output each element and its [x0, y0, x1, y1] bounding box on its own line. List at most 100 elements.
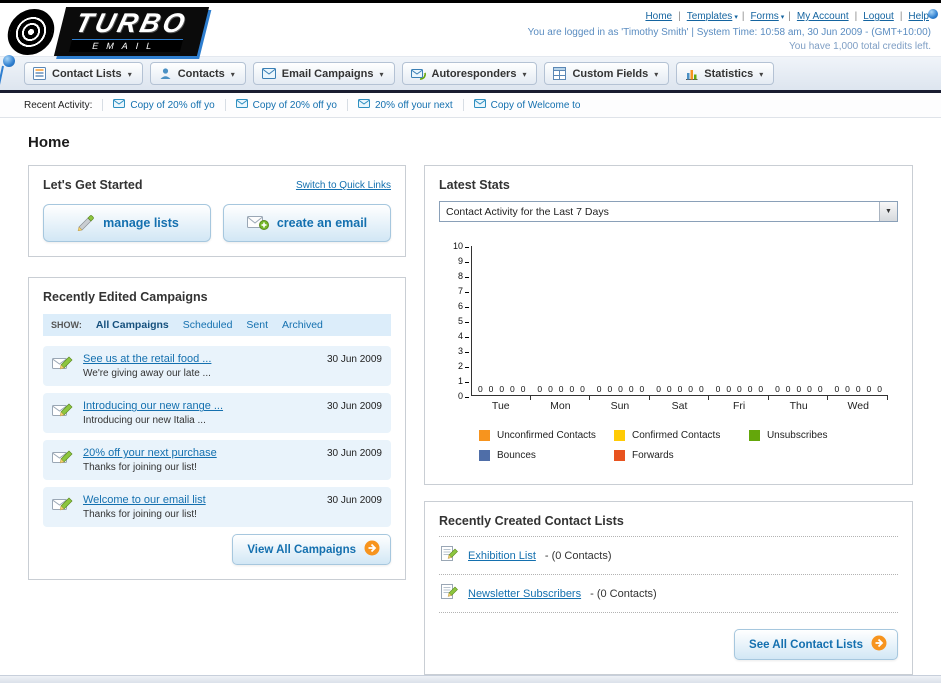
- get-started-header: Let's Get Started Switch to Quick Links: [43, 178, 391, 192]
- left-column: Let's Get Started Switch to Quick Links …: [28, 165, 406, 581]
- campaign-item[interactable]: 20% off your next purchase Thanks for jo…: [43, 440, 391, 481]
- y-axis-tick-label: 4: [458, 331, 469, 341]
- tab-custom-fields[interactable]: Custom Fields: [544, 62, 670, 85]
- campaign-title-link[interactable]: See us at the retail food ...: [83, 353, 211, 365]
- recent-activity-link[interactable]: Copy of 20% off yo: [253, 100, 337, 111]
- contact-list-count: - (0 Contacts): [590, 587, 657, 600]
- app-window: TURBO EMAIL Home | Templates ▾ | Forms ▾ | My…: [0, 0, 941, 683]
- contact-list-link[interactable]: Exhibition List: [468, 550, 536, 562]
- legend-label: Bounces: [497, 450, 536, 462]
- recent-activity-link[interactable]: Copy of Welcome to: [491, 100, 581, 111]
- x-axis-category-label: Sat: [650, 396, 710, 412]
- create-email-button[interactable]: create an email: [223, 204, 391, 243]
- tab-label: Autoresponders: [431, 67, 517, 80]
- contact-list-item[interactable]: Newsletter Subscribers - (0 Contacts): [439, 575, 898, 614]
- chart-x-labels: Tue Mon Sun Sat Fri Thu Wed: [471, 396, 888, 412]
- legend-label: Unsubscribes: [766, 430, 828, 442]
- link-forms[interactable]: Forms: [748, 11, 780, 22]
- bar-value-label: 0: [785, 384, 791, 395]
- latest-stats-title: Latest Stats: [439, 178, 510, 193]
- tab-statistics[interactable]: Statistics: [676, 62, 775, 85]
- campaign-title-link[interactable]: 20% off your next purchase: [83, 447, 217, 459]
- legend-swatch: [479, 430, 490, 442]
- chart-value-group: 00000: [710, 384, 769, 395]
- tab-contacts[interactable]: Contacts: [149, 62, 246, 85]
- select-dropdown-arrow-icon[interactable]: [879, 202, 897, 222]
- stats-period-value: Contact Activity for the Last 7 Days: [446, 205, 609, 218]
- autoresponders-icon: [410, 68, 426, 80]
- legend-label: Unconfirmed Contacts: [497, 430, 596, 442]
- view-all-campaigns-button[interactable]: View All Campaigns: [232, 534, 391, 566]
- filter-sent[interactable]: Sent: [246, 319, 268, 331]
- switch-quick-links-link[interactable]: Switch to Quick Links: [296, 180, 391, 191]
- logo-primary-text: TURBO: [72, 8, 191, 38]
- bar-value-label: 0: [877, 384, 882, 395]
- recent-activity-link[interactable]: Copy of 20% off yo: [130, 100, 214, 111]
- bar-value-label: 0: [580, 384, 585, 395]
- x-axis-category-label: Thu: [769, 396, 829, 412]
- x-axis-category-label: Tue: [471, 396, 531, 412]
- recent-activity-item[interactable]: Copy of 20% off yo: [224, 99, 347, 112]
- envelope-pencil-icon: [52, 353, 74, 376]
- envelope-plus-icon: [246, 214, 269, 233]
- chevron-down-icon: [759, 68, 763, 80]
- link-my-account[interactable]: My Account: [795, 11, 851, 22]
- campaign-title-link[interactable]: Welcome to our email list: [83, 494, 206, 506]
- y-axis-tick-label: 3: [458, 346, 469, 356]
- bar-value-label: 0: [796, 384, 802, 395]
- arrow-circle-icon: [871, 635, 887, 654]
- get-started-buttons: manage lists create an email: [43, 204, 391, 243]
- bar-value-label: 0: [520, 384, 526, 395]
- logo-secondary-text: EMAIL: [68, 39, 184, 52]
- see-all-contact-lists-button[interactable]: See All Contact Lists: [734, 629, 898, 661]
- recent-activity-item[interactable]: Copy of 20% off yo: [102, 99, 224, 112]
- campaign-list: See us at the retail food ... We're givi…: [43, 346, 391, 528]
- campaign-title-link[interactable]: Introducing our new range ...: [83, 400, 223, 412]
- campaign-item[interactable]: See us at the retail food ... We're givi…: [43, 346, 391, 387]
- bar-value-label: 0: [488, 384, 494, 395]
- link-logout[interactable]: Logout: [861, 11, 896, 22]
- y-axis-tick-label: 5: [458, 316, 469, 326]
- contact-list-link[interactable]: Newsletter Subscribers: [468, 588, 581, 600]
- tab-autoresponders[interactable]: Autoresponders: [401, 62, 538, 85]
- app-logo[interactable]: TURBO EMAIL: [4, 7, 210, 56]
- link-templates[interactable]: Templates: [685, 11, 735, 22]
- envelope-pencil-icon: [52, 400, 74, 423]
- recent-activity-item[interactable]: 20% off your next: [346, 99, 463, 112]
- campaign-date: 30 Jun 2009: [326, 448, 382, 460]
- recent-activity-link[interactable]: 20% off your next: [375, 100, 453, 111]
- campaign-date: 30 Jun 2009: [326, 401, 382, 413]
- campaign-item[interactable]: Introducing our new range ... Introducin…: [43, 393, 391, 434]
- x-axis-category-label: Sun: [590, 396, 650, 412]
- recent-campaigns-title: Recently Edited Campaigns: [43, 290, 208, 305]
- see-all-contact-lists-label: See All Contact Lists: [749, 638, 863, 651]
- manage-lists-button[interactable]: manage lists: [43, 204, 211, 243]
- stats-period-select[interactable]: Contact Activity for the Last 7 Days: [439, 201, 898, 223]
- legend-swatch: [613, 430, 625, 442]
- filter-all-campaigns[interactable]: All Campaigns: [96, 319, 169, 331]
- filter-archived[interactable]: Archived: [282, 319, 323, 331]
- recent-activity-item[interactable]: Copy of Welcome to: [462, 99, 591, 112]
- envelope-icon: [235, 99, 248, 111]
- envelope-pencil-icon: [52, 494, 74, 517]
- chevron-down-icon: [522, 68, 526, 80]
- legend-item: Forwards: [613, 450, 749, 462]
- tab-label: Statistics: [704, 67, 754, 80]
- campaign-item[interactable]: Welcome to our email list Thanks for joi…: [43, 487, 391, 528]
- bar-value-label: 0: [628, 384, 634, 395]
- bar-value-label: 0: [866, 384, 872, 395]
- filter-scheduled[interactable]: Scheduled: [183, 319, 233, 331]
- campaign-text: Welcome to our email list Thanks for joi…: [83, 494, 206, 520]
- campaign-date: 30 Jun 2009: [326, 354, 382, 366]
- tab-email-campaigns[interactable]: Email Campaigns: [252, 62, 395, 85]
- bar-value-label: 0: [834, 384, 840, 395]
- bar-value-label: 0: [677, 384, 683, 395]
- custom-fields-icon: [553, 67, 567, 80]
- contact-list-item[interactable]: Exhibition List - (0 Contacts): [439, 537, 898, 576]
- y-axis-tick-label: 2: [458, 361, 469, 371]
- tab-contact-lists[interactable]: Contact Lists: [24, 62, 143, 85]
- bar-value-label: 0: [698, 384, 704, 395]
- campaign-text: 20% off your next purchase Thanks for jo…: [83, 447, 217, 473]
- y-axis-tick-label: 0: [458, 391, 469, 401]
- link-home[interactable]: Home: [643, 11, 674, 22]
